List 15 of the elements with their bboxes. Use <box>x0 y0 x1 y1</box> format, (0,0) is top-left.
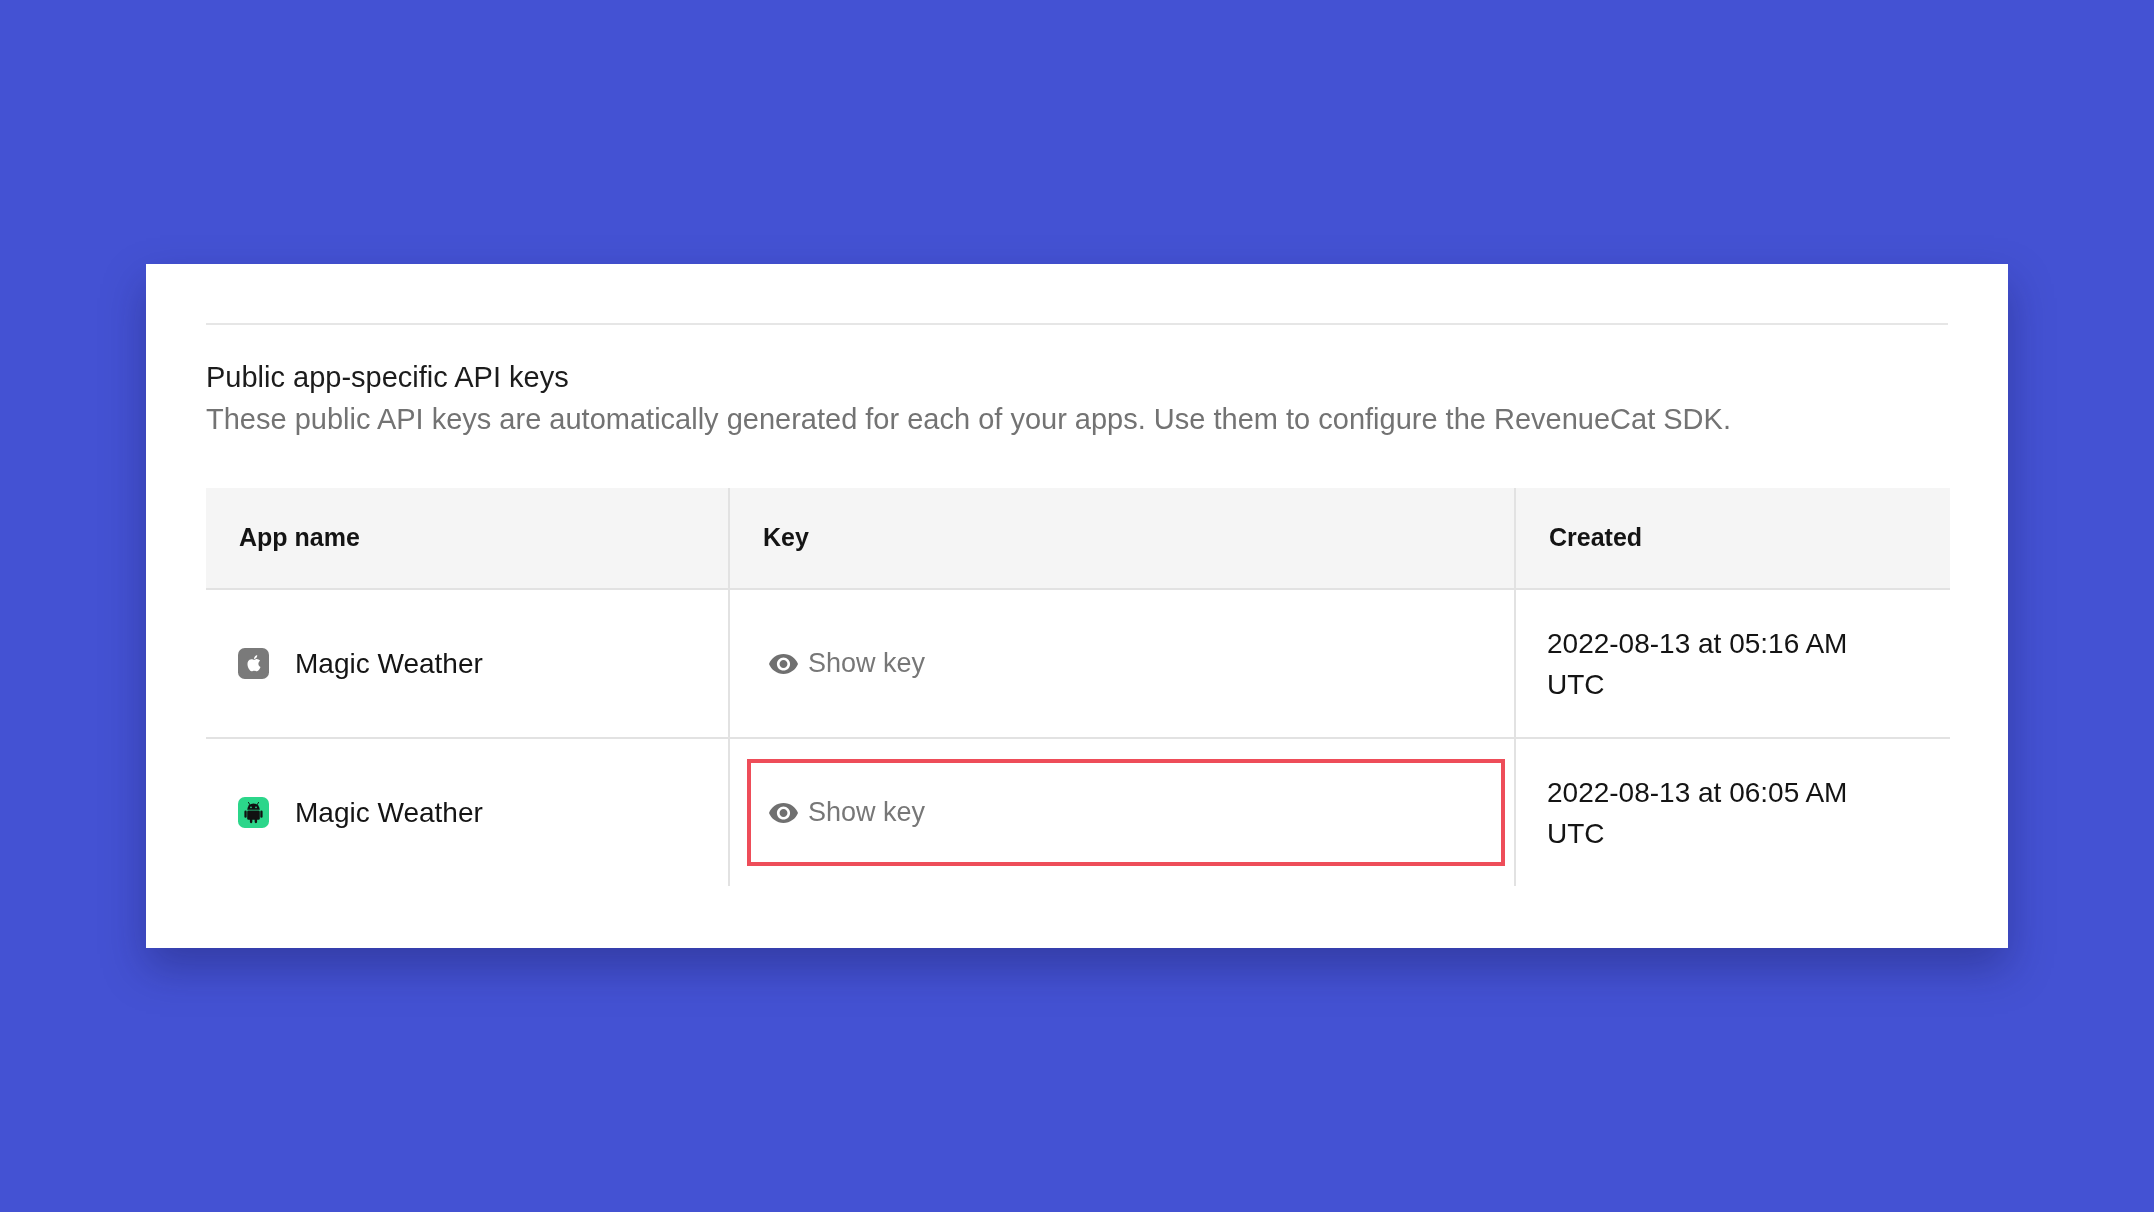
eye-icon <box>769 802 798 823</box>
eye-icon <box>769 653 798 674</box>
section-title: Public app-specific API keys <box>206 360 570 395</box>
created-date: 2022-08-13 at 06:05 AM UTC <box>1547 775 1849 851</box>
show-key-button[interactable]: Show key <box>769 643 926 684</box>
robot-icon <box>238 797 269 828</box>
app-name: Magic Weather <box>295 646 483 681</box>
show-key-button[interactable]: Show key <box>769 792 926 833</box>
column-header: App name <box>239 522 360 554</box>
column-header: Created <box>1549 522 1643 554</box>
created-date: 2022-08-13 at 05:16 AM UTC <box>1547 626 1849 702</box>
apple-icon <box>238 648 269 679</box>
app-name: Magic Weather <box>295 795 483 830</box>
section-description: These public API keys are automatically generated for each of your apps. Use them to configure the RevenueCat SDK. <box>206 402 1732 437</box>
column-header: Key <box>763 522 809 554</box>
